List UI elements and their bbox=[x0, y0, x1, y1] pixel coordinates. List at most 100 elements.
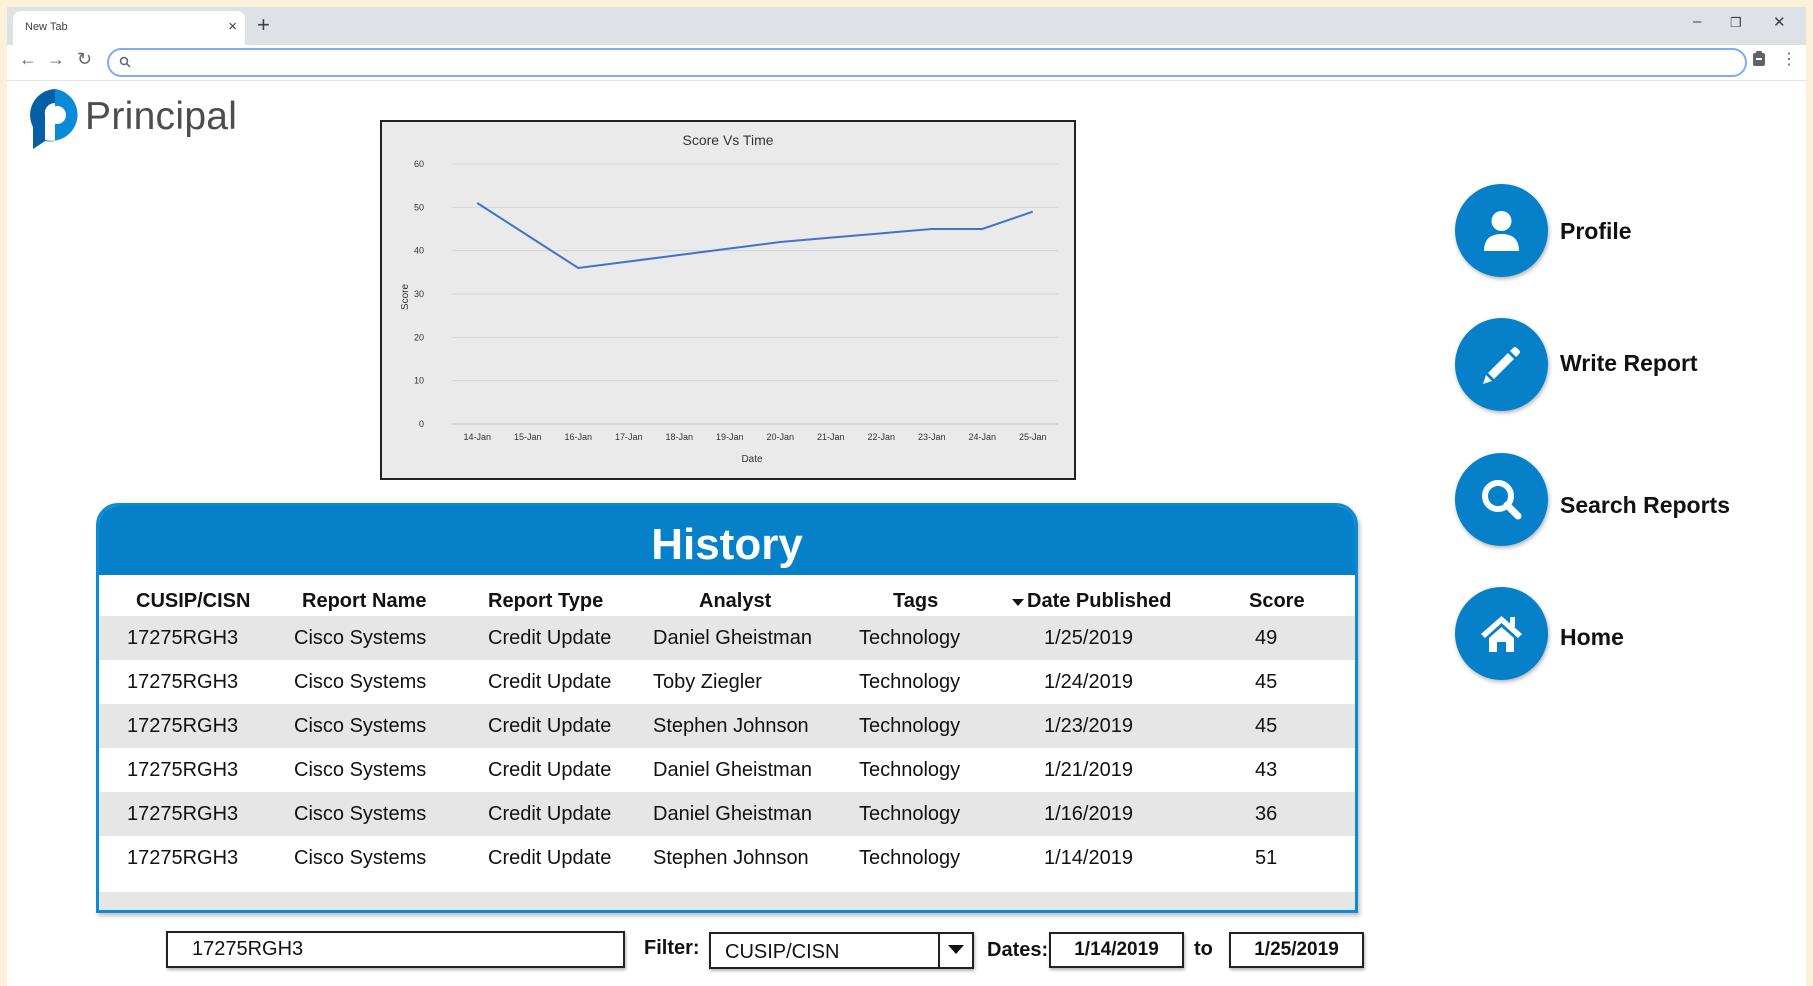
cell-report-type: Credit Update bbox=[488, 847, 612, 869]
date-from-input[interactable] bbox=[1049, 932, 1184, 968]
cell-analyst: Stephen Johnson bbox=[653, 715, 809, 737]
chart-title: Score Vs Time bbox=[682, 132, 773, 148]
cell-tags: Technology bbox=[859, 803, 961, 825]
browser-window: New Tab × + – ❐ ✕ ← → ↻ ⋮ Principal Scor… bbox=[7, 7, 1806, 986]
score-chart: Score Vs Time Date Score 0 10 20 30 40 50 60 14… bbox=[380, 120, 1076, 480]
chart-y-axis-label: Score bbox=[400, 284, 411, 311]
cell-cusip: 17275RGH3 bbox=[127, 671, 239, 693]
restore-button[interactable]: ❐ bbox=[1730, 15, 1742, 31]
x-tick-label: 19-Jan bbox=[716, 432, 744, 442]
address-bar[interactable] bbox=[107, 48, 1747, 77]
filter-dropdown-toggle[interactable] bbox=[938, 934, 972, 967]
history-footer-bar bbox=[99, 892, 1355, 910]
cell-analyst: Stephen Johnson bbox=[653, 847, 809, 869]
search-icon bbox=[119, 56, 131, 68]
table-row[interactable]: 17275RGH3 Cisco Systems Credit Update Danie… bbox=[99, 616, 1355, 660]
table-row[interactable]: 17275RGH3 Cisco Systems Credit Update Danie… bbox=[99, 792, 1355, 836]
y-tick-label: 10 bbox=[414, 376, 424, 386]
y-tick-label: 30 bbox=[414, 289, 424, 299]
chart-x-axis-label: Date bbox=[741, 454, 763, 465]
browser-toolbar: ← → ↻ ⋮ bbox=[7, 45, 1806, 81]
x-tick-label: 14-Jan bbox=[463, 432, 491, 442]
column-header-analyst[interactable]: Analyst bbox=[699, 590, 771, 613]
cell-cusip: 17275RGH3 bbox=[127, 627, 239, 649]
column-header-tags[interactable]: Tags bbox=[893, 590, 938, 613]
tab-close-icon[interactable]: × bbox=[228, 18, 237, 35]
history-title: History bbox=[99, 506, 1355, 575]
chevron-down-icon bbox=[948, 945, 964, 954]
column-header-report-name[interactable]: Report Name bbox=[302, 590, 426, 613]
principal-logo: Principal bbox=[27, 87, 257, 157]
cell-report-name: Cisco Systems bbox=[294, 803, 427, 825]
search-reports-circle bbox=[1455, 453, 1548, 546]
cell-report-type: Credit Update bbox=[488, 759, 612, 781]
menu-dots-icon[interactable]: ⋮ bbox=[1781, 49, 1797, 69]
logo-text: Principal bbox=[85, 95, 238, 138]
cell-date-published: 1/24/2019 bbox=[1044, 671, 1133, 693]
profile-button[interactable]: Profile bbox=[1455, 184, 1775, 280]
x-tick-label: 25-Jan bbox=[1019, 432, 1047, 442]
to-label: to bbox=[1194, 938, 1213, 960]
back-arrow-icon[interactable]: ← bbox=[19, 49, 37, 70]
column-header-score[interactable]: Score bbox=[1249, 590, 1305, 613]
forward-arrow-icon[interactable]: → bbox=[47, 49, 65, 70]
search-reports-label: Search Reports bbox=[1560, 492, 1731, 518]
cell-cusip: 17275RGH3 bbox=[127, 847, 239, 869]
browser-tab[interactable]: New Tab × bbox=[13, 11, 245, 45]
cell-tags: Technology bbox=[859, 715, 961, 737]
home-button[interactable]: Home bbox=[1455, 587, 1775, 683]
cell-tags: Technology bbox=[859, 847, 961, 869]
cell-report-name: Cisco Systems bbox=[294, 671, 427, 693]
cell-score: 36 bbox=[1255, 803, 1278, 825]
column-header-cusip[interactable]: CUSIP/CISN bbox=[136, 590, 250, 613]
y-tick-label: 40 bbox=[414, 246, 424, 256]
new-tab-button[interactable]: + bbox=[257, 12, 270, 38]
column-header-date-published[interactable]: Date Published bbox=[1011, 590, 1171, 613]
filter-select[interactable]: CUSIP/CISN bbox=[709, 932, 974, 969]
cell-tags: Technology bbox=[859, 759, 961, 781]
minimize-button[interactable]: – bbox=[1693, 13, 1701, 30]
cell-cusip: 17275RGH3 bbox=[127, 803, 239, 825]
x-tick-label: 23-Jan bbox=[918, 432, 946, 442]
date-to-input[interactable] bbox=[1229, 932, 1364, 968]
profile-label: Profile bbox=[1560, 218, 1632, 244]
sort-descending-icon bbox=[1012, 599, 1024, 606]
clipboard-icon[interactable] bbox=[1752, 51, 1766, 67]
cell-score: 43 bbox=[1255, 759, 1278, 781]
cell-analyst: Daniel Gheistman bbox=[653, 759, 812, 781]
search-input[interactable] bbox=[166, 931, 625, 968]
table-row[interactable]: 17275RGH3 Cisco Systems Credit Update Steph… bbox=[99, 836, 1355, 880]
x-tick-label: 16-Jan bbox=[564, 432, 592, 442]
url-input[interactable] bbox=[139, 52, 1729, 74]
search-reports-button[interactable]: Search Reports bbox=[1455, 453, 1775, 549]
reload-icon[interactable]: ↻ bbox=[77, 49, 92, 70]
cell-report-name: Cisco Systems bbox=[294, 627, 427, 649]
y-tick-label: 0 bbox=[419, 419, 424, 429]
x-tick-label: 15-Jan bbox=[514, 432, 542, 442]
cell-tags: Technology bbox=[859, 671, 961, 693]
write-report-label: Write Report bbox=[1560, 350, 1698, 376]
principal-logo-icon bbox=[30, 89, 78, 149]
house-icon bbox=[1481, 616, 1522, 652]
x-tick-label: 22-Jan bbox=[867, 432, 895, 442]
cell-score: 49 bbox=[1255, 627, 1278, 649]
cell-report-type: Credit Update bbox=[488, 803, 612, 825]
cell-date-published: 1/23/2019 bbox=[1044, 715, 1133, 737]
table-row[interactable]: 17275RGH3 Cisco Systems Credit Update Toby … bbox=[99, 660, 1355, 704]
table-row[interactable]: 17275RGH3 Cisco Systems Credit Update Danie… bbox=[99, 748, 1355, 792]
x-tick-label: 18-Jan bbox=[665, 432, 693, 442]
cell-cusip: 17275RGH3 bbox=[127, 759, 239, 781]
user-icon bbox=[1484, 211, 1519, 251]
cell-report-type: Credit Update bbox=[488, 671, 612, 693]
column-header-report-type[interactable]: Report Type bbox=[488, 590, 603, 613]
write-report-button[interactable]: Write Report bbox=[1455, 318, 1775, 414]
cell-score: 45 bbox=[1255, 671, 1278, 693]
close-window-button[interactable]: ✕ bbox=[1773, 13, 1786, 31]
table-row[interactable]: 17275RGH3 Cisco Systems Credit Update Steph… bbox=[99, 704, 1355, 748]
write-report-circle bbox=[1455, 318, 1548, 411]
cell-report-name: Cisco Systems bbox=[294, 847, 427, 869]
home-circle bbox=[1455, 587, 1548, 680]
tab-title: New Tab bbox=[25, 21, 68, 33]
cell-report-name: Cisco Systems bbox=[294, 759, 427, 781]
cell-analyst: Toby Ziegler bbox=[653, 671, 762, 693]
